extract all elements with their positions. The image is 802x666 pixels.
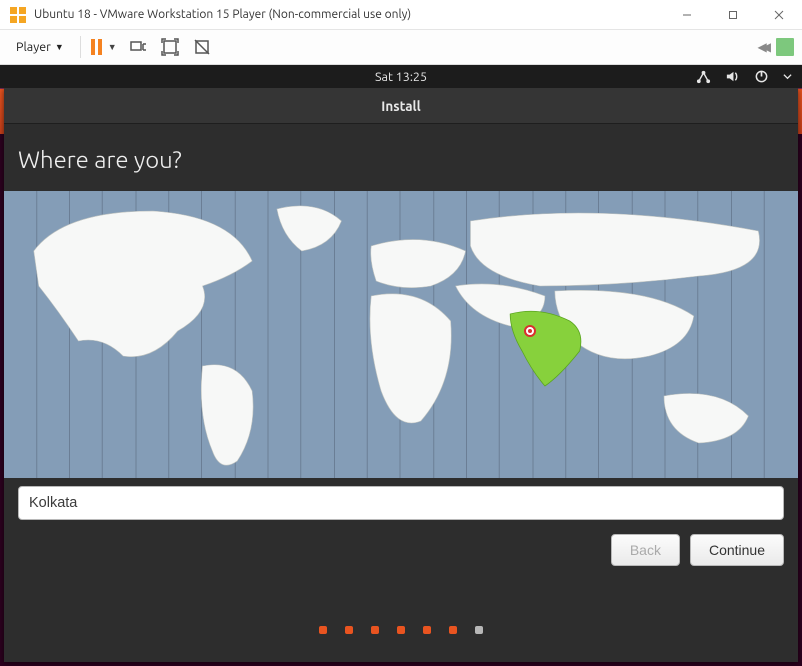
world-map-graphic [4,191,798,478]
continue-button[interactable]: Continue [690,534,784,566]
volume-icon [725,69,740,84]
network-icon [696,69,711,84]
vm-display: Sat 13:25 Install Where are you? [0,65,802,666]
power-icon [754,69,769,84]
fullscreen-button[interactable] [159,36,181,58]
page-heading: Where are you? [4,124,798,191]
send-ctrl-alt-del-button[interactable] [127,36,149,58]
chevron-down-icon [783,72,792,81]
pause-vm-button[interactable]: ▼ [91,39,117,55]
progress-dot [397,626,405,634]
progress-dot [449,626,457,634]
vmware-logo-icon [10,7,26,23]
host-title-bar: Ubuntu 18 - VMware Workstation 15 Player… [0,0,802,30]
progress-dot [423,626,431,634]
player-toolbar: Player ▼ ▼ ◀◀ [0,30,802,65]
wizard-progress-dots [4,626,798,634]
progress-dot [371,626,379,634]
progress-dot [475,626,483,634]
gnome-top-bar[interactable]: Sat 13:25 [0,65,802,88]
ubiquity-window-title: Install [4,88,798,124]
selected-timezone-region [510,311,581,386]
chevron-down-icon: ▼ [55,42,64,52]
player-menu-label: Player [16,40,51,54]
wizard-nav-buttons: Back Continue [4,520,798,566]
host-window-controls [664,0,802,30]
pause-icon [91,39,102,55]
maximize-button[interactable] [710,0,756,30]
close-button[interactable] [756,0,802,30]
unity-mode-button[interactable] [191,36,213,58]
timezone-map[interactable] [4,191,798,478]
timezone-input-area [4,478,798,520]
progress-dot [345,626,353,634]
gnome-status-area[interactable] [696,69,792,84]
timezone-input[interactable] [18,486,784,520]
ubiquity-installer-window: Install Where are you? [4,88,798,662]
player-menu[interactable]: Player ▼ [10,37,70,57]
minimize-button[interactable] [664,0,710,30]
shortcut-bar-icon[interactable]: ◀◀ [758,40,766,54]
back-button[interactable]: Back [611,534,680,566]
toolbar-separator [80,36,81,58]
host-window-title: Ubuntu 18 - VMware Workstation 15 Player… [34,8,664,21]
gnome-clock[interactable]: Sat 13:25 [375,70,427,84]
chevron-down-icon: ▼ [108,42,117,52]
cycle-devices-icon[interactable] [776,38,794,56]
progress-dot [319,626,327,634]
